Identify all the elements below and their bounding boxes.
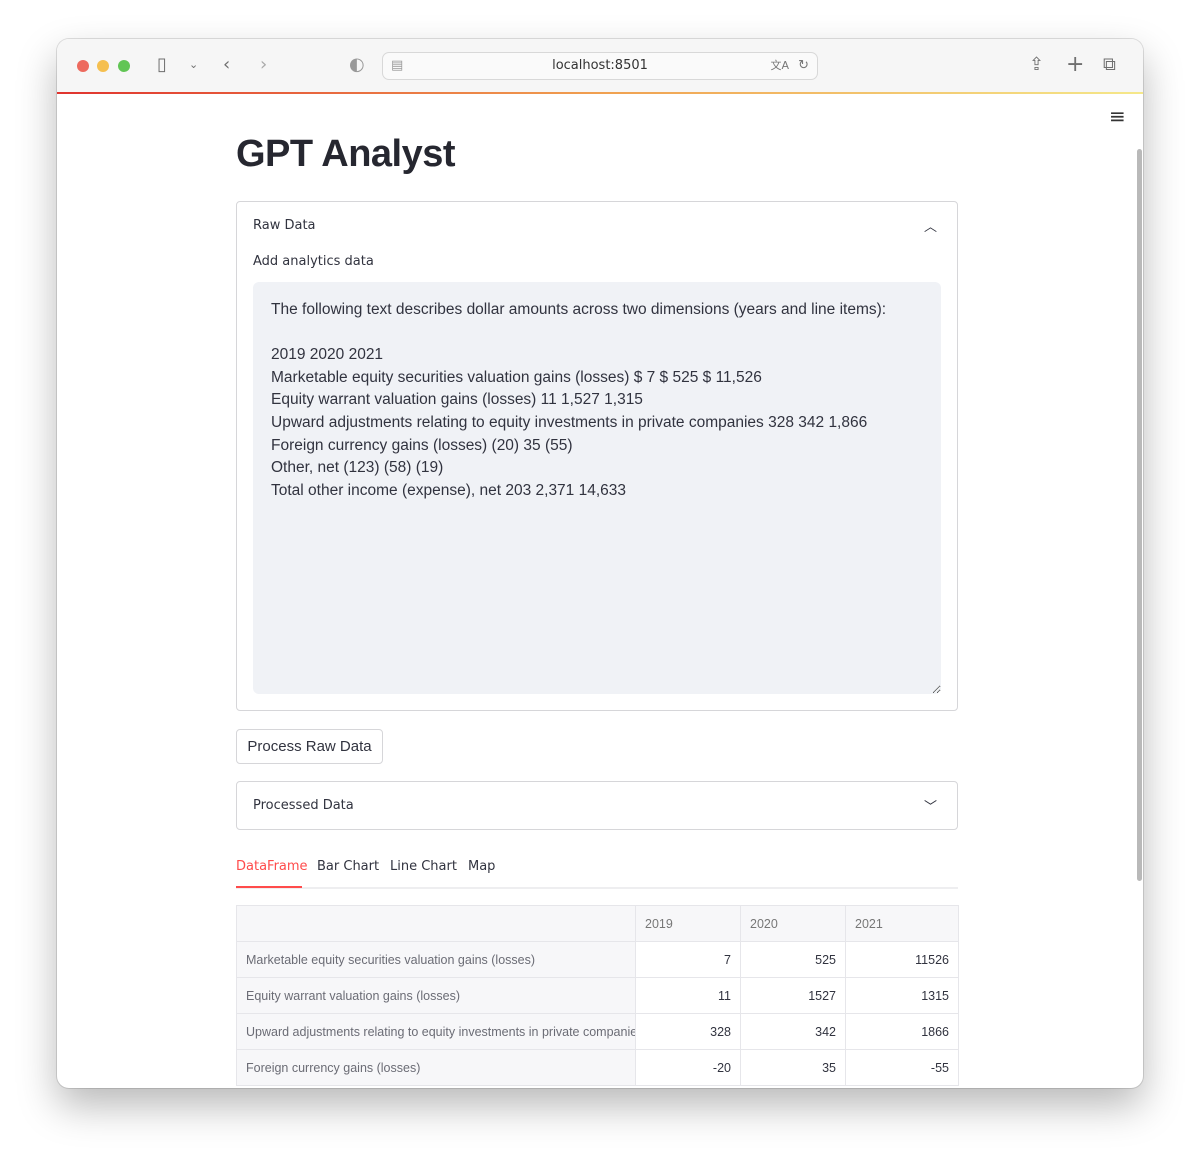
tab-bar-chart[interactable]: Bar Chart (317, 859, 379, 874)
cell[interactable]: -20 (635, 1049, 741, 1086)
tab-map[interactable]: Map (468, 859, 495, 874)
cell[interactable]: 1866 (845, 1013, 959, 1050)
active-tab-indicator (236, 886, 302, 888)
cell[interactable]: 1315 (845, 977, 959, 1014)
column-header[interactable]: 2020 (740, 905, 846, 942)
new-tab-icon[interactable]: + (1066, 53, 1084, 77)
browser-toolbar: ▯ ⌄ ‹ › ◐ ▤ localhost:8501 文A ↻ ⇪ + ⧉ (57, 39, 1143, 93)
cell[interactable]: 7 (635, 941, 741, 978)
tab-line-chart[interactable]: Line Chart (390, 859, 457, 874)
scrollbar[interactable] (1137, 149, 1142, 881)
column-header[interactable] (236, 905, 636, 942)
back-icon[interactable]: ‹ (223, 53, 230, 77)
processed-data-header[interactable]: Processed Data (253, 798, 354, 813)
forward-icon[interactable]: › (260, 53, 267, 77)
row-label[interactable]: Foreign currency gains (losses) (236, 1049, 636, 1086)
row-label[interactable]: Equity warrant valuation gains (losses) (236, 977, 636, 1014)
table-row: Upward adjustments relating to equity in… (236, 1013, 959, 1050)
dataframe-table: 2019 2020 2021 Marketable equity securit… (236, 905, 959, 1086)
tabs-overview-icon[interactable]: ⧉ (1103, 53, 1116, 77)
process-raw-data-button[interactable]: Process Raw Data (236, 729, 383, 764)
cell[interactable]: 328 (635, 1013, 741, 1050)
table-header-row: 2019 2020 2021 (236, 905, 959, 942)
browser-window: ▯ ⌄ ‹ › ◐ ▤ localhost:8501 文A ↻ ⇪ + ⧉ ≡ … (57, 39, 1143, 1088)
cell[interactable]: 11 (635, 977, 741, 1014)
share-icon[interactable]: ⇪ (1029, 53, 1044, 77)
address-bar[interactable]: ▤ localhost:8501 文A ↻ (382, 52, 818, 80)
reload-icon[interactable]: ↻ (798, 53, 809, 79)
column-header[interactable]: 2021 (845, 905, 959, 942)
page-title: GPT Analyst (236, 133, 456, 175)
raw-data-expander: Raw Data ︿ Add analytics data (236, 201, 958, 711)
row-label[interactable]: Marketable equity securities valuation g… (236, 941, 636, 978)
page-icon: ▤ (391, 58, 404, 73)
url-text: localhost:8501 (552, 58, 648, 73)
row-label[interactable]: Upward adjustments relating to equity in… (236, 1013, 636, 1050)
table-row: Marketable equity securities valuation g… (236, 941, 959, 978)
minimize-window-button[interactable] (97, 60, 109, 72)
close-window-button[interactable] (77, 60, 89, 72)
tab-dataframe[interactable]: DataFrame (236, 859, 308, 874)
maximize-window-button[interactable] (118, 60, 130, 72)
cell[interactable]: 342 (740, 1013, 846, 1050)
cell[interactable]: 1527 (740, 977, 846, 1014)
app-content: ≡ GPT Analyst Raw Data ︿ Add analytics d… (57, 94, 1143, 1088)
hamburger-menu-icon[interactable]: ≡ (1109, 104, 1126, 128)
shield-icon[interactable]: ◐ (349, 53, 365, 77)
processed-data-expander[interactable]: Processed Data ﹀ (236, 781, 958, 830)
chevron-down-icon[interactable]: ⌄ (189, 53, 198, 77)
chevron-down-icon[interactable]: ﹀ (924, 796, 937, 815)
cell[interactable]: -55 (845, 1049, 959, 1086)
column-header[interactable]: 2019 (635, 905, 741, 942)
cell[interactable]: 11526 (845, 941, 959, 978)
table-row: Foreign currency gains (losses) -20 35 -… (236, 1049, 959, 1086)
chevron-up-icon[interactable]: ︿ (924, 216, 937, 235)
table-row: Equity warrant valuation gains (losses) … (236, 977, 959, 1014)
cell[interactable]: 35 (740, 1049, 846, 1086)
tab-bar: DataFrame Bar Chart Line Chart Map (236, 855, 958, 889)
cell[interactable]: 525 (740, 941, 846, 978)
translate-icon[interactable]: 文A (770, 53, 789, 79)
raw-data-header[interactable]: Raw Data (253, 218, 316, 233)
sidebar-toggle-icon[interactable]: ▯ (157, 53, 167, 77)
analytics-data-textarea[interactable] (253, 282, 941, 694)
textarea-label: Add analytics data (253, 254, 374, 269)
